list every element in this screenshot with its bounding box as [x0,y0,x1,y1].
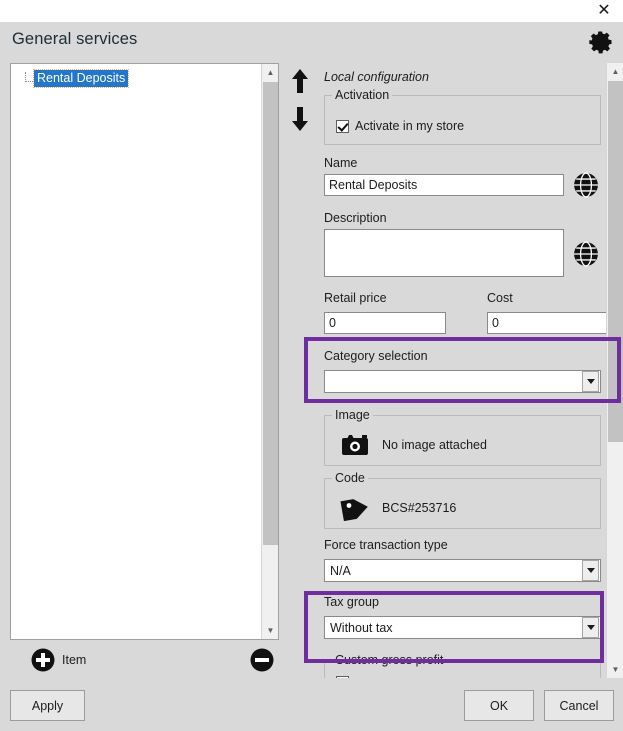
add-item-button[interactable] [31,648,55,672]
window-title-strip: ✕ [0,0,623,22]
config-scroll-area: Local configuration Activation Activate … [318,63,606,678]
cancel-button[interactable]: Cancel [544,690,614,721]
dialog-header: General services [0,22,623,62]
dialog-window: ✕ General services Rental Deposits ▲ ▼ L… [0,0,623,731]
description-input[interactable] [324,229,564,277]
remove-item-button[interactable] [250,648,274,672]
reorder-controls [287,66,313,141]
description-label: Description [324,211,387,225]
cost-input[interactable] [487,312,606,334]
services-tree-panel[interactable]: Rental Deposits ▲ ▼ [10,63,279,640]
tag-icon[interactable] [340,496,370,524]
move-up-button[interactable] [287,66,313,96]
activate-in-my-store-label: Activate in my store [355,119,465,133]
plus-circle-icon [31,648,55,672]
config-scrollbar[interactable]: ▲ ▼ [606,63,623,678]
globe-icon [574,241,598,267]
image-group-title: Image [332,408,373,422]
custom-gross-profit-group-title: Custom gross profit [332,653,447,667]
code-value: BCS#253716 [382,501,457,515]
image-status-text: No image attached [382,438,487,452]
force-transaction-type-label: Force transaction type [324,538,448,552]
minus-circle-icon [250,648,274,672]
activation-group-title: Activation [332,88,393,102]
scroll-down-icon[interactable]: ▼ [262,622,278,639]
tax-group-label: Tax group [324,595,379,609]
name-input[interactable] [324,174,564,196]
retail-price-label: Retail price [324,291,387,305]
ok-button[interactable]: OK [464,690,534,721]
tree-branch-icon [19,71,33,85]
activate-in-my-store-row[interactable]: Activate in my store [336,119,464,133]
activate-in-my-store-checkbox[interactable] [336,119,349,133]
retail-price-input[interactable] [324,312,446,334]
gear-icon-svg [589,31,612,54]
tag-icon-svg [340,499,368,522]
tree-scrollbar[interactable]: ▲ ▼ [261,64,278,639]
camera-icon-svg [342,435,368,455]
description-translate-button[interactable] [573,241,599,267]
tree-item-label[interactable]: Rental Deposits [32,68,130,88]
cost-label: Cost [487,291,513,305]
tree-item-rental-deposits[interactable]: Rental Deposits [19,68,130,88]
arrow-down-icon [292,107,308,131]
close-icon[interactable]: ✕ [589,0,619,22]
code-group-title: Code [332,471,368,485]
local-configuration-panel: Local configuration Activation Activate … [318,63,623,678]
force-transaction-type-value: N/A [330,563,351,578]
local-configuration-heading: Local configuration [324,70,429,84]
scroll-up-icon[interactable]: ▲ [607,63,623,80]
gear-icon[interactable] [587,28,615,56]
tree-scrollbar-thumb[interactable] [263,82,278,545]
tax-group-dropdown[interactable]: Without tax [324,616,601,639]
globe-icon [574,172,598,198]
scroll-up-icon[interactable]: ▲ [262,64,278,81]
chevron-down-icon[interactable] [582,560,599,581]
custom-gross-profit-group: Custom gross profit [324,653,601,678]
item-toolbar: Item [10,645,279,677]
tax-group-value: Without tax [330,620,393,635]
config-scrollbar-thumb[interactable] [608,81,623,442]
name-translate-button[interactable] [573,172,599,198]
category-selection-dropdown[interactable] [324,370,601,393]
arrow-up-icon [292,69,308,93]
chevron-down-icon[interactable] [582,371,599,392]
add-item-label: Item [62,653,87,667]
camera-icon[interactable] [340,433,370,460]
move-down-button[interactable] [287,104,313,134]
chevron-down-icon[interactable] [582,617,599,638]
category-selection-label: Category selection [324,349,428,363]
services-tree-list[interactable]: Rental Deposits [11,64,261,639]
scroll-down-icon[interactable]: ▼ [607,661,623,678]
apply-button[interactable]: Apply [10,690,85,721]
custom-gross-profit-checkbox[interactable] [336,676,349,678]
name-label: Name [324,156,358,170]
custom-gross-profit-checkbox-row[interactable] [336,676,355,678]
force-transaction-type-dropdown[interactable]: N/A [324,559,601,582]
page-title: General services [12,30,138,48]
